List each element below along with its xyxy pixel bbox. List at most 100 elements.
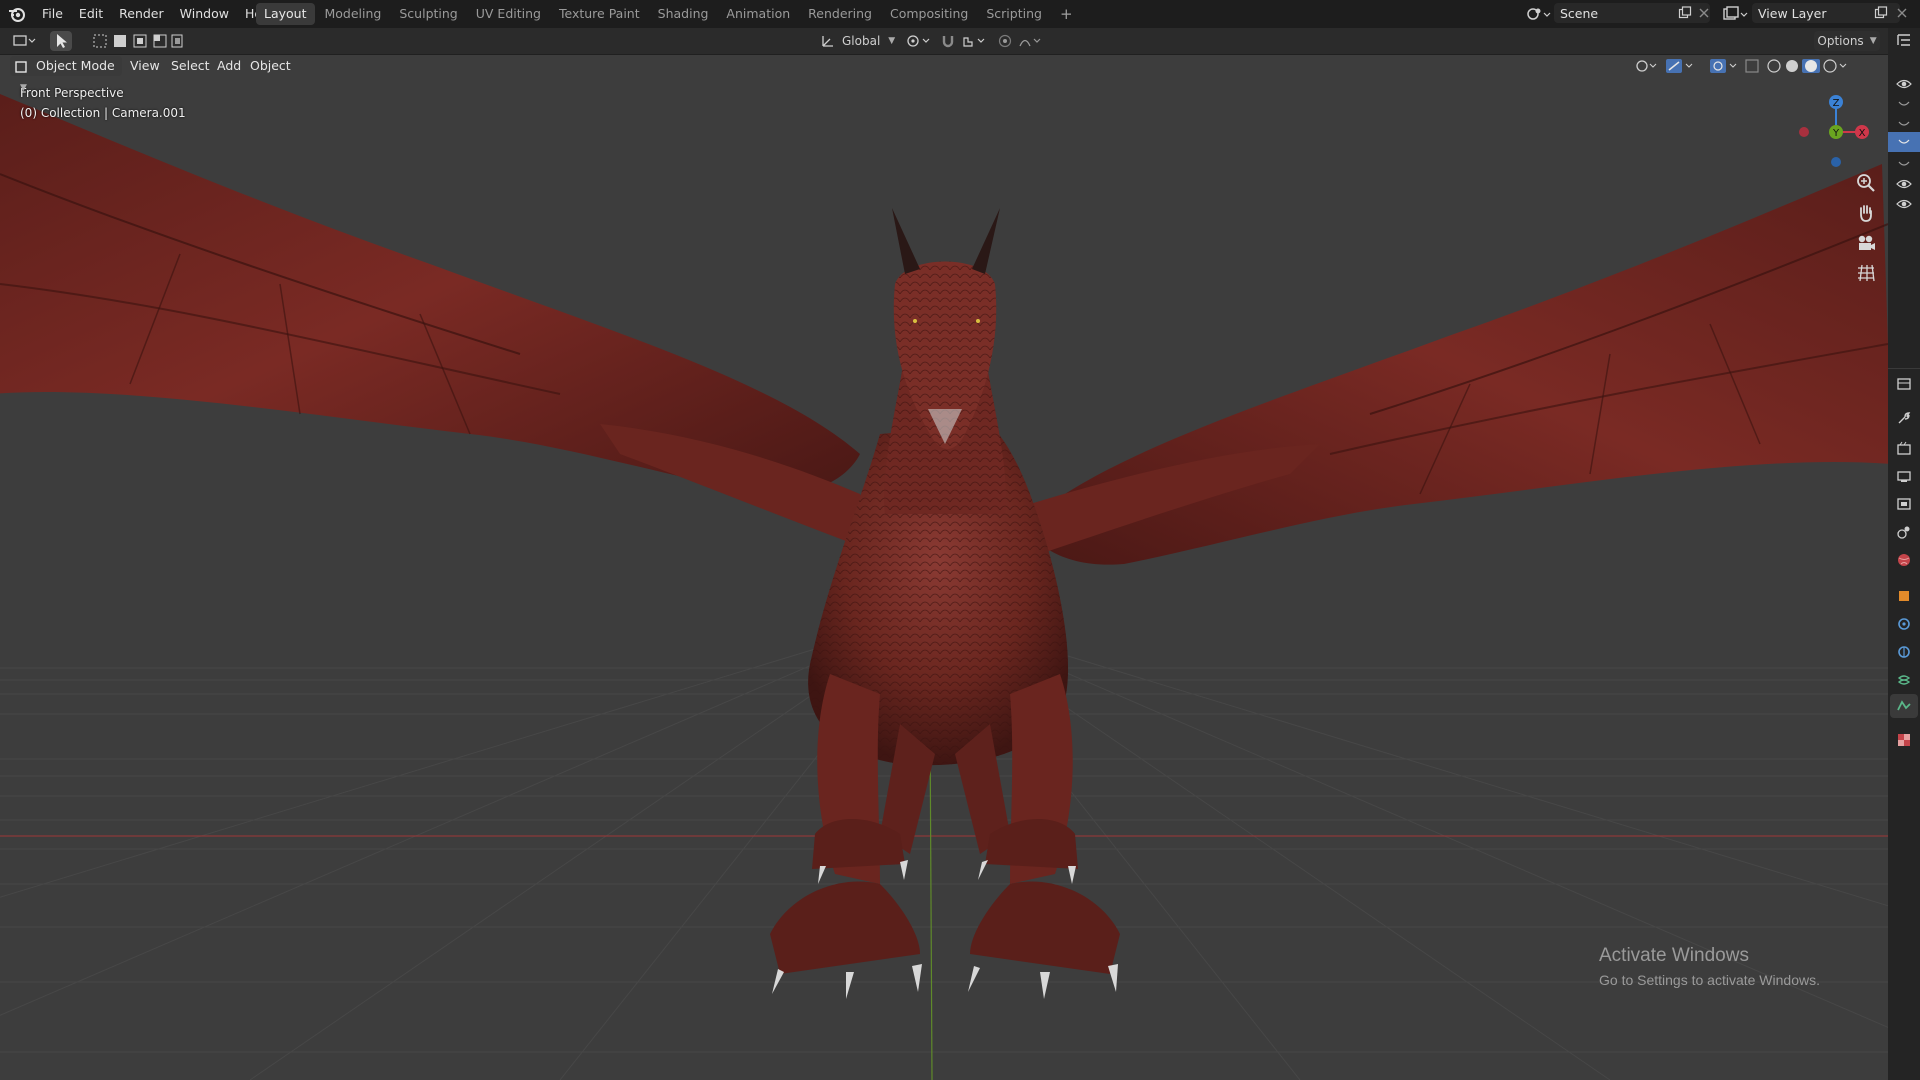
top-bar: File Edit Render Window Help Layout Mode… <box>0 0 1920 28</box>
grid-icon[interactable] <box>1855 262 1877 284</box>
cursor-arrow-icon <box>57 34 67 48</box>
proportional-edit-toggle[interactable] <box>996 31 1014 51</box>
orientation-label: Global <box>842 34 881 48</box>
y-axis-line <box>929 718 933 1080</box>
blender-logo-icon[interactable] <box>8 5 26 23</box>
tab-rendering[interactable]: Rendering <box>800 3 880 25</box>
proportional-edit-icon <box>998 34 1012 48</box>
menu-window[interactable]: Window <box>172 0 237 28</box>
output-icon[interactable] <box>1896 468 1912 484</box>
tab-modeling[interactable]: Modeling <box>317 3 390 25</box>
camera-icon[interactable] <box>1855 232 1877 254</box>
viewport-menu-add[interactable]: Add <box>217 56 241 76</box>
viewport-menu-object[interactable]: Object <box>250 56 291 76</box>
object-mode-icon <box>15 60 27 73</box>
chevron-down-icon[interactable] <box>1896 156 1912 172</box>
close-scene-icon[interactable] <box>1698 7 1710 19</box>
select-tool-button[interactable] <box>50 31 72 51</box>
tool-icon[interactable] <box>1896 410 1912 426</box>
texture-icon[interactable] <box>1896 732 1912 748</box>
zoom-icon[interactable] <box>1855 172 1877 194</box>
view-layer-name: View Layer <box>1758 5 1827 21</box>
workspace-tabs: Layout Modeling Sculpting UV Editing Tex… <box>256 3 1081 25</box>
eye-icon[interactable] <box>1896 196 1912 212</box>
data-icon <box>1897 700 1911 711</box>
snap-toggle[interactable] <box>938 31 958 51</box>
gizmo-neg-x[interactable] <box>1799 127 1809 137</box>
chevron-down-icon <box>1898 139 1910 144</box>
selection-mode-group <box>90 31 186 51</box>
tab-animation[interactable]: Animation <box>718 3 798 25</box>
viewport-header: Object Mode ▼ View Select Add Object <box>0 54 1888 93</box>
menu-render[interactable]: Render <box>111 0 172 28</box>
add-workspace-button[interactable]: + <box>1052 3 1081 25</box>
gizmo-neg-z[interactable] <box>1831 157 1841 167</box>
tab-compositing[interactable]: Compositing <box>882 3 976 25</box>
gizmo-z-label: Z <box>1833 98 1840 109</box>
proportional-falloff-dropdown[interactable] <box>1016 31 1046 51</box>
tab-scripting[interactable]: Scripting <box>978 3 1050 25</box>
shading-controls[interactable] <box>1634 57 1884 75</box>
scene-name: Scene <box>1560 5 1599 21</box>
view-layer-icon[interactable] <box>1896 496 1912 512</box>
render-icon[interactable] <box>1896 440 1912 456</box>
tab-sculpting[interactable]: Sculpting <box>391 3 465 25</box>
chevron-down-icon[interactable] <box>1896 96 1912 112</box>
close-view-layer-icon[interactable] <box>1896 7 1908 19</box>
viewport-menu-view[interactable]: View <box>130 56 160 76</box>
world-icon[interactable] <box>1896 552 1912 568</box>
menu-file[interactable]: File <box>34 0 71 28</box>
eye-icon[interactable] <box>1896 176 1912 192</box>
collection-info: (0) Collection | Camera.001 <box>20 106 186 120</box>
constraint-icon[interactable] <box>1896 672 1912 688</box>
viewport-menu-select[interactable]: Select <box>171 56 210 76</box>
activate-windows-title: Activate Windows <box>1599 945 1749 966</box>
gizmo-y-label: Y <box>1832 128 1840 139</box>
viewport-scene <box>0 94 1888 1080</box>
copy-view-layer-icon[interactable] <box>1874 6 1888 20</box>
outliner-icon[interactable] <box>1896 32 1912 48</box>
falloff-curve-icon <box>1019 38 1041 47</box>
copy-scene-icon[interactable] <box>1678 6 1692 20</box>
eye-icon[interactable] <box>1896 76 1912 92</box>
mode-dropdown[interactable]: Object Mode ▼ <box>10 56 122 93</box>
editor-type-button[interactable] <box>10 31 40 51</box>
properties-tabs-sidebar <box>1888 28 1920 1080</box>
3d-viewport[interactable]: Front Perspective (0) Collection | Camer… <box>0 54 1888 1080</box>
tab-layout[interactable]: Layout <box>256 3 315 25</box>
options-label: Options <box>1817 34 1864 48</box>
tab-shading[interactable]: Shading <box>650 3 717 25</box>
options-dropdown[interactable]: Options ▼ <box>1814 31 1880 51</box>
physics-icon[interactable] <box>1896 644 1912 660</box>
pivot-point-dropdown[interactable] <box>902 31 936 51</box>
transform-orientation-dropdown[interactable]: Global ▼ <box>820 31 896 51</box>
select-box-icon[interactable] <box>92 33 184 49</box>
chevron-down-icon: ▼ <box>20 83 27 93</box>
scene-selector-icon[interactable] <box>1525 5 1551 23</box>
chevron-down-icon[interactable] <box>1896 116 1912 132</box>
hand-icon[interactable] <box>1855 202 1877 224</box>
snap-increment-icon <box>963 37 985 47</box>
dragon-model[interactable] <box>0 94 1888 999</box>
menu-edit[interactable]: Edit <box>71 0 111 28</box>
activate-windows-subtitle: Go to Settings to activate Windows. <box>1599 972 1820 988</box>
editor-type-icon <box>13 35 36 46</box>
gizmo-x-label: X <box>1859 128 1866 139</box>
chevron-down-icon: ▼ <box>1869 36 1877 46</box>
sidebar-divider <box>1888 368 1920 369</box>
data-tab-active[interactable] <box>1890 694 1918 718</box>
snap-target-dropdown[interactable] <box>960 31 990 51</box>
orientation-axes-icon <box>822 36 833 47</box>
pivot-icon <box>907 35 930 47</box>
selected-row-highlight[interactable] <box>1888 132 1920 152</box>
view-layer-selector-icon[interactable] <box>1722 5 1748 23</box>
tab-texture-paint[interactable]: Texture Paint <box>551 3 648 25</box>
tab-uv-editing[interactable]: UV Editing <box>468 3 549 25</box>
modifier-icon[interactable] <box>1896 616 1912 632</box>
properties-editor-icon[interactable] <box>1896 376 1912 392</box>
magnet-icon <box>942 36 954 48</box>
mode-label: Object Mode <box>35 58 115 73</box>
chevron-down-icon: ▼ <box>888 36 896 46</box>
scene-icon[interactable] <box>1896 524 1912 540</box>
object-icon[interactable] <box>1896 588 1912 604</box>
